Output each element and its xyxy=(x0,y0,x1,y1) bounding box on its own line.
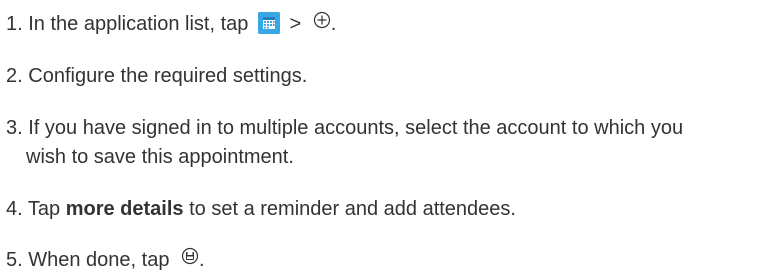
step-number: 1. xyxy=(6,13,23,35)
step-bold-term: more details xyxy=(65,198,184,220)
step-number: 5. xyxy=(6,249,23,271)
step-3: 3. If you have signed in to multiple acc… xyxy=(6,116,683,140)
step-1: 1. In the application list, tap > . xyxy=(6,11,337,37)
step-number: 3. xyxy=(6,117,23,139)
step-end: . xyxy=(330,13,337,35)
step-4: 4. Tap more details to set a reminder an… xyxy=(6,197,516,221)
step-separator: > xyxy=(289,13,302,35)
step-end: . xyxy=(199,249,205,271)
save-circle-icon xyxy=(181,247,199,271)
step-text: Configure the required settings. xyxy=(28,65,308,87)
add-circle-icon xyxy=(313,11,331,35)
step-text: When done, tap xyxy=(28,249,170,271)
calendar-app-icon xyxy=(257,11,280,34)
step-text: Tap xyxy=(27,198,61,220)
step-number: 4. xyxy=(6,198,23,220)
step-text: In the application list, tap xyxy=(28,13,249,35)
step-5: 5. When done, tap . xyxy=(6,247,205,273)
step-text: If you have signed in to multiple accoun… xyxy=(28,117,684,139)
step-text-end: to set a reminder and add attendees. xyxy=(189,198,516,220)
step-2: 2. Configure the required settings. xyxy=(6,64,307,88)
step-number: 2. xyxy=(6,65,23,87)
step-3-continuation: wish to save this appointment. xyxy=(26,146,294,168)
